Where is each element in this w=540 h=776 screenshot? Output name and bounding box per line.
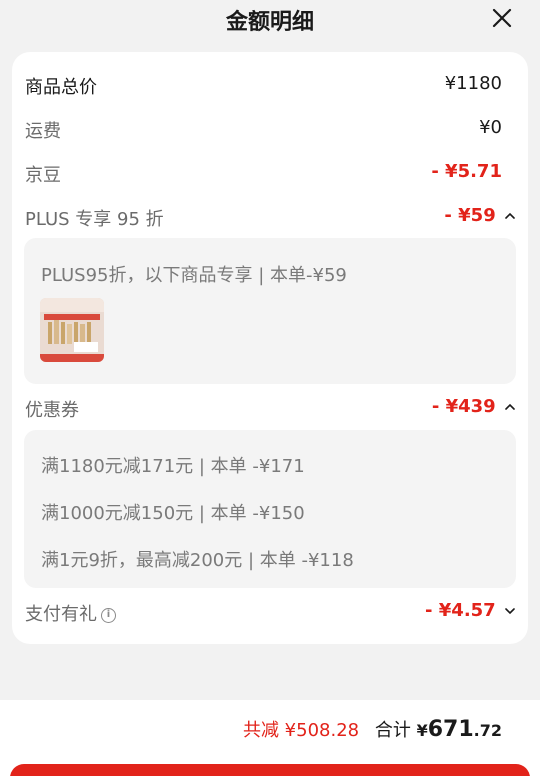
dialog-header: 金额明细: [0, 0, 540, 40]
coupon-detail-item: 满1180元减171元 | 本单 -¥171: [41, 456, 305, 477]
product-image: [40, 298, 104, 362]
info-icon[interactable]: i: [101, 607, 116, 623]
submit-button[interactable]: [10, 764, 530, 776]
total-amount-integer: 671: [427, 717, 474, 742]
total-saved: 共减 ¥508.28: [242, 720, 360, 741]
plus-detail-panel: PLUS95折，以下商品专享 | 本单-¥59: [24, 238, 516, 384]
total-label: 合计: [374, 720, 411, 741]
row-plus-discount[interactable]: PLUS 专享 95 折 - ¥59: [12, 202, 528, 232]
chevron-up-icon[interactable]: [504, 210, 516, 222]
payment-gift-label-wrap: 支付有礼 i: [25, 600, 116, 626]
coupon-detail-item: 满1000元减150元 | 本单 -¥150: [41, 503, 305, 524]
row-payment-gift[interactable]: 支付有礼 i - ¥4.57: [12, 597, 528, 627]
plus-detail-text: PLUS95折，以下商品专享 | 本单-¥59: [41, 265, 347, 286]
coupon-value: - ¥439: [431, 396, 496, 417]
shipping-label: 运费: [25, 121, 61, 142]
dialog-title: 金额明细: [225, 10, 314, 35]
coupon-label: 优惠券: [25, 400, 79, 421]
close-button[interactable]: [490, 6, 514, 30]
chevron-down-icon[interactable]: [504, 605, 516, 617]
coupon-value-wrap[interactable]: - ¥439: [432, 396, 516, 417]
close-icon[interactable]: [490, 6, 514, 30]
total-price-value: ¥1180: [444, 73, 502, 94]
product-thumbnail[interactable]: [40, 298, 104, 362]
row-coupon[interactable]: 优惠券 - ¥439: [12, 393, 528, 423]
total-amount-decimal: .72: [473, 721, 502, 740]
footer-summary: 共减 ¥508.28 合计 ¥671.72: [243, 716, 502, 742]
plus-discount-value-wrap[interactable]: - ¥59: [444, 205, 516, 226]
row-total-price: 商品总价 ¥1180: [12, 70, 528, 100]
coupon-detail-item: 满1元9折，最高减200元 | 本单 -¥118: [41, 550, 354, 571]
coupon-detail-panel: 满1180元减171元 | 本单 -¥171 满1000元减150元 | 本单 …: [24, 430, 516, 588]
chevron-up-icon[interactable]: [504, 401, 516, 413]
row-jingdou: 京豆 - ¥5.71: [12, 158, 528, 188]
total-currency: ¥: [416, 721, 428, 740]
amount-detail-card: 商品总价 ¥1180 运费 ¥0 京豆 - ¥5.71 PLUS 专享 95 折…: [12, 52, 528, 644]
payment-gift-value-wrap[interactable]: - ¥4.57: [425, 600, 516, 621]
jingdou-value: - ¥5.71: [431, 161, 502, 182]
total-price-label: 商品总价: [25, 77, 97, 98]
payment-gift-label: 支付有礼: [25, 604, 97, 625]
shipping-value: ¥0: [479, 117, 502, 138]
plus-discount-value: - ¥59: [444, 205, 496, 226]
row-shipping: 运费 ¥0: [12, 114, 528, 144]
payment-gift-value: - ¥4.57: [425, 600, 496, 621]
jingdou-label: 京豆: [25, 165, 61, 186]
plus-discount-label: PLUS 专享 95 折: [25, 209, 164, 230]
